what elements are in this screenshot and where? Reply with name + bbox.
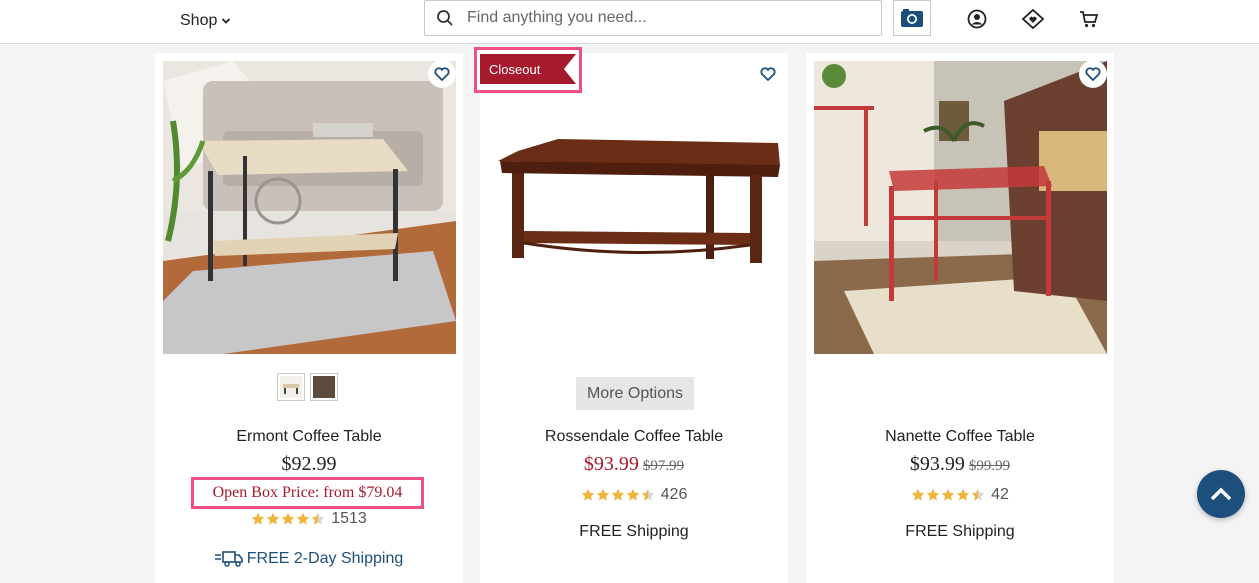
shipping-info: FREE 2-Day Shipping: [155, 550, 463, 568]
heart-icon: [434, 67, 450, 81]
star-icon: [581, 488, 594, 501]
price-row: $93.99 $97.99: [480, 453, 788, 476]
product-rating[interactable]: 42: [806, 486, 1114, 504]
chevron-down-icon: [222, 18, 231, 24]
review-count: 42: [991, 486, 1009, 503]
star-icon: [941, 488, 955, 501]
chevron-up-icon: [1210, 487, 1232, 501]
swatch-light[interactable]: [277, 373, 305, 401]
product-price: $93.99: [909, 453, 965, 475]
star-icon: [626, 488, 639, 501]
shop-label: Shop: [180, 12, 218, 29]
product-card-ermont[interactable]: Ermont Coffee Table $92.99 Open Box Pric…: [155, 53, 463, 583]
star-icon: [251, 512, 265, 525]
truck-icon: [214, 551, 243, 567]
star-icon: [266, 512, 280, 525]
heart-icon: [1085, 67, 1101, 81]
product-name[interactable]: Nanette Coffee Table: [806, 428, 1114, 446]
closeout-badge-highlight: Closeout: [474, 47, 582, 93]
search-input[interactable]: [465, 8, 869, 28]
star-icon: [281, 512, 295, 525]
star-icon: [971, 488, 985, 501]
star-icon: [956, 488, 970, 501]
shop-menu-button[interactable]: Shop: [180, 10, 231, 32]
star-rating: [911, 488, 985, 502]
camera-icon: [901, 9, 923, 27]
product-price: $93.99: [583, 453, 639, 475]
color-swatches: [277, 373, 338, 401]
more-options-button[interactable]: More Options: [576, 377, 694, 410]
open-box-price[interactable]: Open Box Price: from $79.04: [191, 477, 424, 509]
review-count: 426: [660, 486, 688, 503]
closeout-badge: Closeout: [480, 54, 564, 84]
star-icon: [296, 512, 310, 525]
search-bar: [424, 0, 882, 36]
star-rating: [251, 512, 325, 526]
was-price: $99.99: [968, 458, 1011, 474]
star-icon: [926, 488, 940, 501]
lists-button[interactable]: [1020, 6, 1046, 32]
heart-icon: [760, 67, 776, 81]
shipping-info: FREE Shipping: [579, 523, 689, 540]
cart-button[interactable]: [1076, 6, 1102, 32]
product-name[interactable]: Ermont Coffee Table: [155, 428, 463, 446]
favorite-button[interactable]: [754, 60, 782, 88]
price-row: $93.99 $99.99: [806, 453, 1114, 476]
home-heart-icon: [1021, 8, 1045, 30]
product-card-rossendale[interactable]: More Options Rossendale Coffee Table $93…: [480, 53, 788, 583]
swatch-dark[interactable]: [310, 373, 338, 401]
account-icon: [967, 9, 987, 29]
star-rating: [581, 488, 655, 502]
was-price: $97.99: [642, 458, 685, 474]
review-count: 1513: [331, 510, 367, 527]
favorite-button[interactable]: [428, 60, 456, 88]
badge-ribbon-tail: [564, 54, 576, 84]
product-price: $92.99: [281, 453, 337, 475]
account-button[interactable]: [964, 6, 990, 32]
search-icon[interactable]: [425, 9, 465, 27]
product-image[interactable]: [814, 61, 1107, 354]
star-icon: [596, 488, 609, 501]
product-rating[interactable]: 1513: [155, 510, 463, 528]
product-card-nanette[interactable]: Nanette Coffee Table $93.99 $99.99 42 FR…: [806, 53, 1114, 583]
star-icon: [311, 512, 325, 525]
price-row: $92.99: [155, 453, 463, 476]
top-header: Shop: [0, 0, 1259, 44]
shipping-text: FREE 2-Day Shipping: [246, 550, 404, 567]
product-image[interactable]: [488, 61, 781, 354]
star-icon: [911, 488, 925, 501]
visual-search-button[interactable]: [893, 0, 931, 36]
shipping-info: FREE Shipping: [905, 523, 1015, 540]
product-name[interactable]: Rossendale Coffee Table: [480, 428, 788, 446]
favorite-button[interactable]: [1079, 60, 1107, 88]
star-icon: [641, 488, 654, 501]
scroll-to-top-button[interactable]: [1197, 470, 1245, 518]
product-rating[interactable]: 426: [480, 486, 788, 504]
product-image[interactable]: [163, 61, 456, 354]
star-icon: [611, 488, 624, 501]
cart-icon: [1080, 11, 1099, 28]
